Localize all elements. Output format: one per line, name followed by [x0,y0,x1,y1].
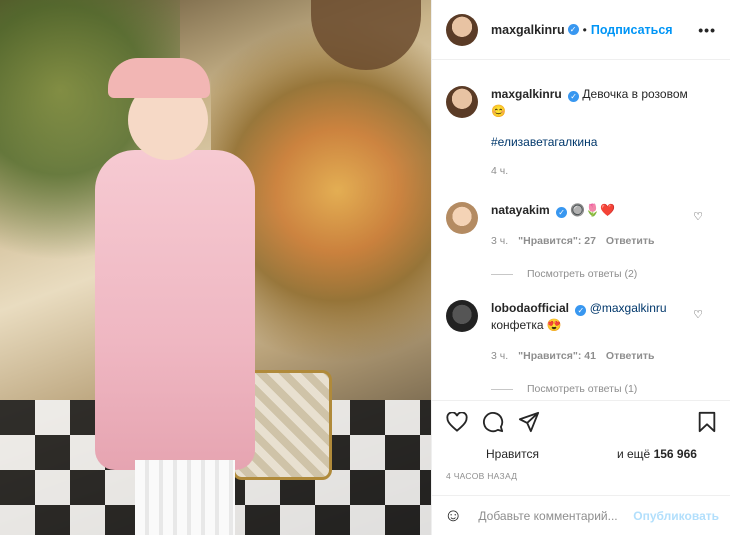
comment-emoji: 😍 [546,318,562,332]
reply-button[interactable]: Ответить [606,348,655,365]
separator-dot: • [582,22,587,37]
verified-icon: ✓ [575,305,587,316]
comment-username[interactable]: natayakim [491,203,550,217]
post-header: maxgalkinru ✓ • Подписаться ••• [432,0,730,60]
comment-emoji: 🔘🌷❤️ [570,203,616,217]
verified-icon: ✓ [567,24,579,35]
emoji-picker-icon[interactable]: ☺ [444,505,462,526]
view-replies-label: Посмотреть ответы (2) [527,268,638,280]
view-replies-label: Посмотреть ответы (1) [527,383,638,395]
comment-input[interactable]: Добавьте комментарий... [478,509,633,523]
comment-likes[interactable]: "Нравится": 41 [518,348,596,365]
comment-icon[interactable] [482,411,504,433]
post-side-panel: maxgalkinru ✓ • Подписаться ••• maxgalki… [431,0,730,535]
photo-visor [108,58,210,98]
likes-count[interactable]: и ещё 156 966 [617,447,697,461]
view-replies-button[interactable]: Посмотреть ответы (2) [491,268,717,280]
comment-like-icon[interactable]: ♡ [693,308,703,321]
reply-button[interactable]: Ответить [606,233,655,250]
add-comment-bar: ☺ Добавьте комментарий... Опубликовать [432,495,730,535]
bookmark-icon[interactable] [697,411,717,433]
view-replies-button[interactable]: Посмотреть ответы (1) [491,383,717,395]
smile-emoji: 😊 [491,104,506,118]
comment-item: natayakim ✓ 🔘🌷❤️ 3 ч. "Нравится": 27 Отв… [446,202,717,250]
comment-time[interactable]: 3 ч. [491,233,508,250]
replies-line [491,273,513,275]
post-timestamp[interactable]: 4 ЧАСОВ НАЗАД [446,471,717,481]
comment-username[interactable]: lobodaofficial [491,301,569,315]
more-options-icon[interactable]: ••• [698,22,716,38]
replies-line [491,388,513,390]
share-icon[interactable] [518,411,540,433]
comment-avatar[interactable] [446,202,478,234]
caption: maxgalkinru ✓ Девочка в розовом 😊 #елиза… [446,86,717,180]
caption-text: Девочка в розовом [582,87,688,101]
post-actions: Нравится и ещё 156 966 4 ЧАСОВ НАЗАД [432,400,730,481]
verified-icon: ✓ [568,91,580,102]
heart-icon[interactable] [446,412,468,432]
hashtag-link[interactable]: #елизаветагалкина [491,135,597,149]
comment-text: конфетка [491,318,544,332]
mention-link[interactable]: @maxgalkinru [590,301,667,315]
comment-likes[interactable]: "Нравится": 27 [518,233,596,250]
verified-icon: ✓ [556,207,568,218]
caption-username[interactable]: maxgalkinru [491,87,562,101]
author-username[interactable]: maxgalkinru [491,23,565,37]
and-more-label: и ещё [616,447,651,461]
photo-girl-coat [95,150,255,470]
liked-by-label: Нравится [486,447,539,461]
post-photo[interactable] [0,0,431,535]
author-avatar[interactable] [446,13,478,46]
caption-time[interactable]: 4 ч. [491,163,508,180]
comments-list[interactable]: maxgalkinru ✓ Девочка в розовом 😊 #елиза… [432,60,730,400]
comment-time[interactable]: 3 ч. [491,348,508,365]
comment-item: lobodaofficial ✓ @maxgalkinru конфетка 😍… [446,300,717,365]
follow-button[interactable]: Подписаться [591,23,673,37]
caption-avatar[interactable] [446,86,478,118]
comment-avatar[interactable] [446,300,478,332]
likes-number: 156 966 [653,447,697,461]
photo-tights [135,460,235,535]
comment-like-icon[interactable]: ♡ [693,210,703,223]
post-comment-button[interactable]: Опубликовать [633,509,719,523]
likes-summary[interactable]: Нравится и ещё 156 966 [446,447,717,461]
